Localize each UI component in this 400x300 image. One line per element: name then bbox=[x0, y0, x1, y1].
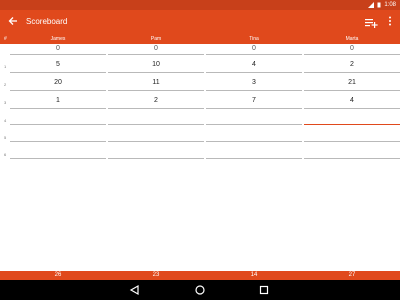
score-field[interactable] bbox=[108, 111, 204, 124]
home-circle-icon bbox=[194, 284, 206, 296]
field-underline bbox=[206, 72, 302, 73]
score-field[interactable] bbox=[206, 145, 302, 158]
field-underline bbox=[304, 90, 400, 91]
more-vert-icon bbox=[388, 13, 392, 31]
nav-home-button[interactable] bbox=[194, 284, 206, 296]
score-field[interactable]: 21 bbox=[304, 76, 400, 89]
status-bar: 1:08 bbox=[0, 0, 400, 10]
score-field[interactable] bbox=[10, 128, 106, 141]
field-underline bbox=[304, 72, 400, 73]
score-field[interactable]: 7 bbox=[206, 94, 302, 107]
score-field[interactable] bbox=[10, 145, 106, 158]
player-name-header[interactable]: Marta bbox=[304, 34, 400, 44]
field-underline bbox=[206, 90, 302, 91]
field-underline bbox=[304, 108, 400, 109]
row-number: 4 bbox=[4, 118, 7, 123]
field-underline bbox=[206, 158, 302, 159]
player-header-row: # James Pam Tina Marta bbox=[0, 34, 400, 44]
field-underline bbox=[108, 108, 204, 109]
system-nav-bar bbox=[0, 280, 400, 300]
row-number: 1 bbox=[4, 64, 7, 69]
field-underline bbox=[10, 54, 106, 55]
player-name-header[interactable]: Pam bbox=[108, 34, 204, 44]
score-field[interactable]: 10 bbox=[108, 58, 204, 71]
battery-icon bbox=[377, 2, 381, 8]
score-field-focused[interactable] bbox=[304, 111, 400, 124]
field-underline bbox=[206, 141, 302, 142]
score-field[interactable] bbox=[206, 128, 302, 141]
field-underline bbox=[304, 141, 400, 142]
field-underline bbox=[10, 90, 106, 91]
score-field[interactable]: 0 bbox=[206, 44, 302, 54]
score-field[interactable]: 0 bbox=[108, 44, 204, 54]
add-round-button[interactable] bbox=[364, 16, 378, 28]
field-underline bbox=[10, 124, 106, 125]
field-underline bbox=[10, 141, 106, 142]
score-field[interactable] bbox=[206, 111, 302, 124]
field-underline bbox=[108, 90, 204, 91]
score-field[interactable]: 4 bbox=[304, 94, 400, 107]
player-total: 14 bbox=[250, 272, 258, 278]
field-underline bbox=[108, 124, 204, 125]
totals-bar: 26 23 14 27 bbox=[0, 271, 400, 280]
player-name-header[interactable]: Tina bbox=[206, 34, 302, 44]
back-button[interactable] bbox=[6, 15, 20, 29]
row-number: 5 bbox=[4, 135, 7, 140]
score-field[interactable] bbox=[304, 128, 400, 141]
wifi-icon bbox=[368, 2, 375, 8]
field-underline bbox=[108, 141, 204, 142]
nav-back-button[interactable] bbox=[129, 284, 141, 296]
score-field[interactable]: 3 bbox=[206, 76, 302, 89]
field-underline bbox=[206, 54, 302, 55]
status-time: 1:08 bbox=[384, 2, 396, 8]
field-underline bbox=[108, 72, 204, 73]
nav-recents-button[interactable] bbox=[258, 284, 270, 296]
field-underline bbox=[206, 124, 302, 125]
row-number: 6 bbox=[4, 152, 7, 157]
player-total: 27 bbox=[348, 272, 356, 278]
score-field[interactable]: 1 bbox=[10, 94, 106, 107]
arrow-back-icon bbox=[8, 13, 18, 31]
score-field[interactable]: 11 bbox=[108, 76, 204, 89]
player-name-header[interactable]: James bbox=[10, 34, 106, 44]
page-title: Scoreboard bbox=[26, 17, 68, 26]
score-field[interactable]: 0 bbox=[10, 44, 106, 54]
row-number: 2 bbox=[4, 82, 7, 87]
score-field[interactable]: 0 bbox=[304, 44, 400, 54]
field-underline bbox=[108, 158, 204, 159]
field-underline bbox=[108, 54, 204, 55]
score-field[interactable]: 2 bbox=[108, 94, 204, 107]
player-total: 23 bbox=[152, 272, 160, 278]
field-underline bbox=[10, 72, 106, 73]
player-total: 26 bbox=[54, 272, 62, 278]
playlist-add-icon bbox=[364, 16, 378, 33]
field-underline bbox=[304, 54, 400, 55]
row-number: 3 bbox=[4, 100, 7, 105]
overflow-menu-button[interactable] bbox=[386, 16, 394, 28]
field-underline bbox=[206, 108, 302, 109]
app-bar: Scoreboard bbox=[0, 10, 400, 34]
back-triangle-icon bbox=[129, 284, 141, 296]
row-number-header: # bbox=[4, 36, 7, 42]
score-field[interactable] bbox=[304, 145, 400, 158]
score-field[interactable] bbox=[108, 128, 204, 141]
score-field[interactable] bbox=[108, 145, 204, 158]
field-underline bbox=[10, 158, 106, 159]
score-field[interactable]: 5 bbox=[10, 58, 106, 71]
status-icons: 1:08 bbox=[368, 0, 396, 10]
score-field[interactable]: 20 bbox=[10, 76, 106, 89]
field-underline-active bbox=[304, 124, 400, 125]
score-field[interactable]: 4 bbox=[206, 58, 302, 71]
field-underline bbox=[10, 108, 106, 109]
field-underline bbox=[304, 158, 400, 159]
score-field[interactable]: 2 bbox=[304, 58, 400, 71]
recents-square-icon bbox=[258, 284, 270, 296]
score-field[interactable] bbox=[10, 111, 106, 124]
